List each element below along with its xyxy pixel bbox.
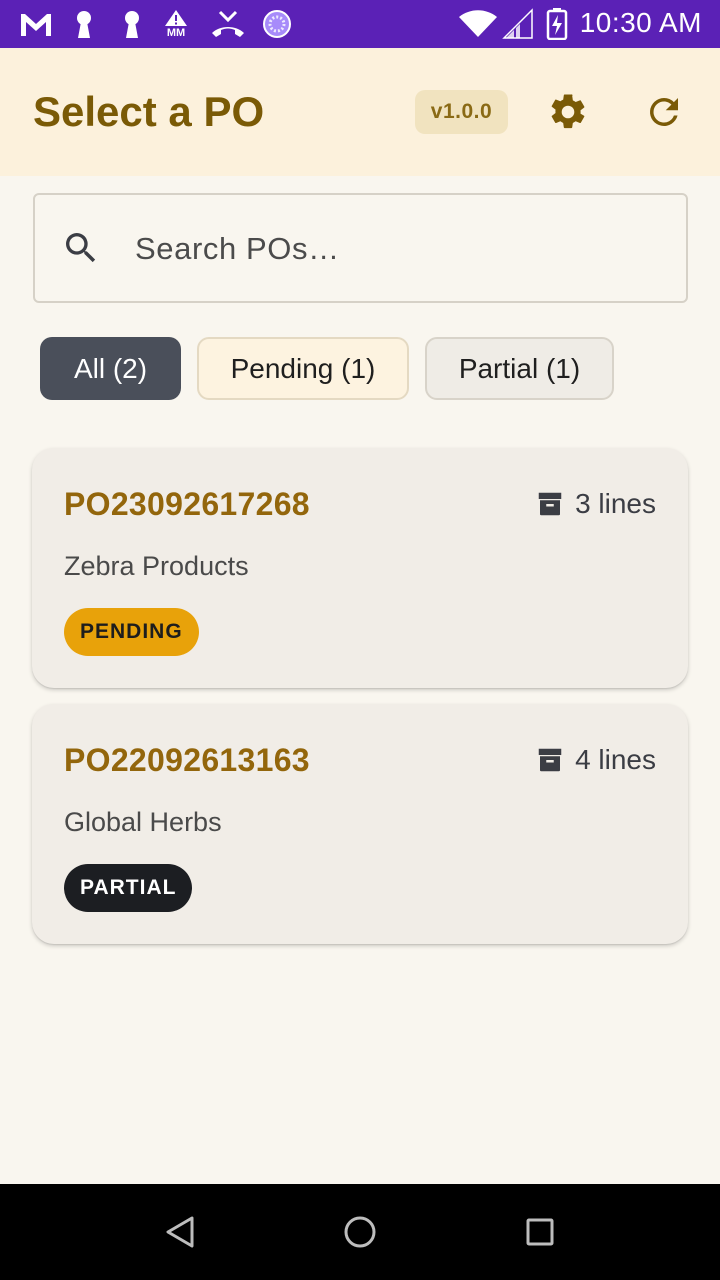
refresh-button[interactable]	[640, 88, 688, 136]
home-button[interactable]	[336, 1208, 384, 1256]
search-input[interactable]	[135, 223, 655, 275]
sync-circle-icon	[262, 8, 292, 40]
back-triangle-icon	[166, 1216, 194, 1248]
status-badge: PENDING	[64, 608, 199, 656]
battery-charging-icon	[546, 8, 568, 40]
mm-label: MM	[166, 27, 186, 39]
po-number: PO22092613163	[64, 742, 310, 778]
search-box[interactable]	[33, 193, 688, 303]
keyhole-icon	[120, 8, 144, 40]
page-title: Select a PO	[33, 88, 265, 135]
missed-call-icon	[210, 8, 246, 40]
line-count-label: 4 lines	[575, 744, 656, 775]
refresh-icon	[650, 98, 678, 126]
filter-chip-pending[interactable]: Pending (1)	[197, 337, 409, 400]
po-card[interactable]: PO22092613163 4 lines Global Herbs PARTI…	[32, 704, 688, 944]
filter-chip-partial[interactable]: Partial (1)	[425, 337, 614, 400]
gmail-icon	[18, 8, 54, 40]
back-button[interactable]	[156, 1208, 204, 1256]
settings-button[interactable]	[544, 88, 592, 136]
filter-chip-all[interactable]: All (2)	[40, 337, 181, 400]
version-badge: v1.0.0	[415, 90, 508, 134]
archive-icon	[538, 492, 562, 516]
po-number: PO23092617268	[64, 486, 310, 522]
recents-button[interactable]	[516, 1208, 564, 1256]
keyhole-icon	[72, 8, 96, 40]
vendor-name: Zebra Products	[64, 551, 249, 581]
wifi-icon	[458, 8, 498, 40]
line-count: 4 lines	[535, 742, 656, 778]
app-bar: Select a PO v1.0.0	[0, 48, 720, 176]
warning-mm-icon: MM	[164, 8, 188, 40]
vendor-name: Global Herbs	[64, 807, 222, 837]
line-count-label: 3 lines	[575, 488, 656, 519]
status-bar: MM 10:30 AM	[0, 0, 720, 48]
po-card[interactable]: PO23092617268 3 lines Zebra Products PEN…	[32, 448, 688, 688]
clock: 10:30 AM	[579, 7, 702, 38]
navigation-bar	[0, 1184, 720, 1280]
line-count: 3 lines	[535, 486, 656, 522]
archive-icon	[538, 748, 562, 772]
search-icon	[66, 233, 96, 263]
status-badge: PARTIAL	[64, 864, 193, 912]
signal-icon	[502, 8, 534, 40]
home-circle-icon	[344, 1216, 376, 1248]
settings-icon	[551, 94, 585, 129]
recents-square-icon	[526, 1218, 554, 1246]
